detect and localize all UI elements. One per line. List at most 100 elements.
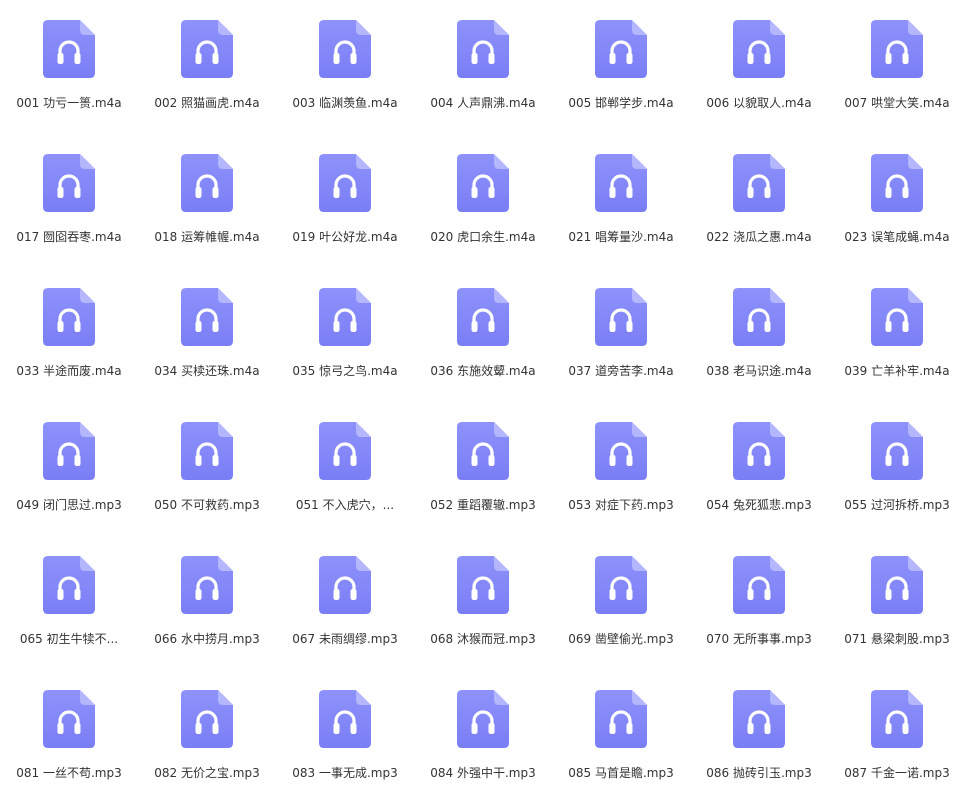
- file-name: 037 道旁苦李.m4a: [568, 364, 674, 378]
- file-item[interactable]: 086 抛砖引玉.mp3: [694, 670, 824, 800]
- file-name: 053 对症下药.mp3: [568, 498, 674, 512]
- audio-file-headphones-icon: [733, 154, 785, 212]
- audio-file-headphones-icon: [181, 556, 233, 614]
- audio-file-headphones-icon: [319, 288, 371, 346]
- audio-file-headphones-icon: [181, 154, 233, 212]
- file-item[interactable]: 051 不入虎穴，...: [280, 402, 410, 532]
- file-name: 050 不可救药.mp3: [154, 498, 260, 512]
- file-item[interactable]: 083 一事无成.mp3: [280, 670, 410, 800]
- file-name: 065 初生牛犊不...: [19, 632, 119, 646]
- file-name: 039 亡羊补牢.m4a: [844, 364, 950, 378]
- file-item[interactable]: 023 误笔成蝇.m4a: [832, 134, 962, 264]
- audio-file-headphones-icon: [733, 422, 785, 480]
- file-item[interactable]: 036 东施效颦.m4a: [418, 268, 548, 398]
- file-name: 019 叶公好龙.m4a: [292, 230, 398, 244]
- file-item[interactable]: 035 惊弓之鸟.m4a: [280, 268, 410, 398]
- file-item[interactable]: 006 以貌取人.m4a: [694, 0, 824, 130]
- file-item[interactable]: 084 外强中干.mp3: [418, 670, 548, 800]
- file-item[interactable]: 020 虎口余生.m4a: [418, 134, 548, 264]
- file-name: 035 惊弓之鸟.m4a: [292, 364, 398, 378]
- file-name: 052 重蹈覆辙.mp3: [430, 498, 536, 512]
- audio-file-headphones-icon: [871, 288, 923, 346]
- audio-file-headphones-icon: [871, 690, 923, 748]
- file-name: 087 千金一诺.mp3: [844, 766, 950, 780]
- file-item[interactable]: 081 一丝不苟.mp3: [4, 670, 134, 800]
- audio-file-headphones-icon: [181, 690, 233, 748]
- file-name: 033 半途而废.m4a: [16, 364, 122, 378]
- audio-file-headphones-icon: [457, 154, 509, 212]
- file-item[interactable]: 001 功亏一篑.m4a: [4, 0, 134, 130]
- file-name: 005 邯郸学步.m4a: [568, 96, 674, 110]
- file-item[interactable]: 052 重蹈覆辙.mp3: [418, 402, 548, 532]
- file-item[interactable]: 050 不可救药.mp3: [142, 402, 272, 532]
- file-name: 082 无价之宝.mp3: [154, 766, 260, 780]
- audio-file-headphones-icon: [595, 690, 647, 748]
- audio-file-headphones-icon: [871, 422, 923, 480]
- file-item[interactable]: 066 水中捞月.mp3: [142, 536, 272, 666]
- audio-file-headphones-icon: [457, 422, 509, 480]
- file-name: 069 凿壁偷光.mp3: [568, 632, 674, 646]
- file-item[interactable]: 038 老马识途.m4a: [694, 268, 824, 398]
- file-item[interactable]: 018 运筹帷幄.m4a: [142, 134, 272, 264]
- file-item[interactable]: 019 叶公好龙.m4a: [280, 134, 410, 264]
- file-item[interactable]: 007 哄堂大笑.m4a: [832, 0, 962, 130]
- audio-file-headphones-icon: [43, 690, 95, 748]
- file-item[interactable]: 071 悬梁刺股.mp3: [832, 536, 962, 666]
- audio-file-headphones-icon: [43, 556, 95, 614]
- file-name: 038 老马识途.m4a: [706, 364, 812, 378]
- file-item[interactable]: 069 凿壁偷光.mp3: [556, 536, 686, 666]
- file-item[interactable]: 039 亡羊补牢.m4a: [832, 268, 962, 398]
- audio-file-headphones-icon: [733, 288, 785, 346]
- file-name: 083 一事无成.mp3: [292, 766, 398, 780]
- audio-file-headphones-icon: [733, 690, 785, 748]
- audio-file-headphones-icon: [43, 20, 95, 78]
- audio-file-headphones-icon: [319, 154, 371, 212]
- file-item[interactable]: 037 道旁苦李.m4a: [556, 268, 686, 398]
- file-item[interactable]: 067 未雨绸缪.mp3: [280, 536, 410, 666]
- file-item[interactable]: 034 买椟还珠.m4a: [142, 268, 272, 398]
- file-item[interactable]: 068 沐猴而冠.mp3: [418, 536, 548, 666]
- file-item[interactable]: 033 半途而废.m4a: [4, 268, 134, 398]
- audio-file-headphones-icon: [181, 422, 233, 480]
- audio-file-headphones-icon: [319, 20, 371, 78]
- file-item[interactable]: 054 兔死狐悲.mp3: [694, 402, 824, 532]
- file-name: 023 误笔成蝇.m4a: [844, 230, 950, 244]
- file-name: 070 无所事事.mp3: [706, 632, 812, 646]
- audio-file-headphones-icon: [733, 556, 785, 614]
- audio-file-headphones-icon: [319, 422, 371, 480]
- file-item[interactable]: 055 过河拆桥.mp3: [832, 402, 962, 532]
- file-item[interactable]: 022 浇瓜之惠.m4a: [694, 134, 824, 264]
- file-name: 004 人声鼎沸.m4a: [430, 96, 536, 110]
- file-item[interactable]: 002 照猫画虎.m4a: [142, 0, 272, 130]
- file-item[interactable]: 005 邯郸学步.m4a: [556, 0, 686, 130]
- file-name: 003 临渊羡鱼.m4a: [292, 96, 398, 110]
- file-name: 085 马首是瞻.mp3: [568, 766, 674, 780]
- audio-file-headphones-icon: [595, 288, 647, 346]
- audio-file-headphones-icon: [319, 556, 371, 614]
- audio-file-headphones-icon: [871, 20, 923, 78]
- file-name: 081 一丝不苟.mp3: [16, 766, 122, 780]
- file-name: 018 运筹帷幄.m4a: [154, 230, 260, 244]
- audio-file-headphones-icon: [871, 556, 923, 614]
- file-name: 067 未雨绸缪.mp3: [292, 632, 398, 646]
- file-item[interactable]: 065 初生牛犊不...: [4, 536, 134, 666]
- audio-file-headphones-icon: [595, 154, 647, 212]
- file-item[interactable]: 085 马首是瞻.mp3: [556, 670, 686, 800]
- audio-file-headphones-icon: [319, 690, 371, 748]
- file-name: 051 不入虎穴，...: [295, 498, 395, 512]
- file-item[interactable]: 049 闭门思过.mp3: [4, 402, 134, 532]
- file-item[interactable]: 087 千金一诺.mp3: [832, 670, 962, 800]
- file-name: 086 抛砖引玉.mp3: [706, 766, 812, 780]
- file-item[interactable]: 004 人声鼎沸.m4a: [418, 0, 548, 130]
- file-name: 007 哄堂大笑.m4a: [844, 96, 950, 110]
- file-item[interactable]: 053 对症下药.mp3: [556, 402, 686, 532]
- file-item[interactable]: 070 无所事事.mp3: [694, 536, 824, 666]
- file-name: 022 浇瓜之惠.m4a: [706, 230, 812, 244]
- file-item[interactable]: 017 囫囵吞枣.m4a: [4, 134, 134, 264]
- file-item[interactable]: 003 临渊羡鱼.m4a: [280, 0, 410, 130]
- audio-file-headphones-icon: [595, 556, 647, 614]
- file-name: 054 兔死狐悲.mp3: [706, 498, 812, 512]
- file-item[interactable]: 082 无价之宝.mp3: [142, 670, 272, 800]
- file-item[interactable]: 021 唱筹量沙.m4a: [556, 134, 686, 264]
- file-name: 001 功亏一篑.m4a: [16, 96, 122, 110]
